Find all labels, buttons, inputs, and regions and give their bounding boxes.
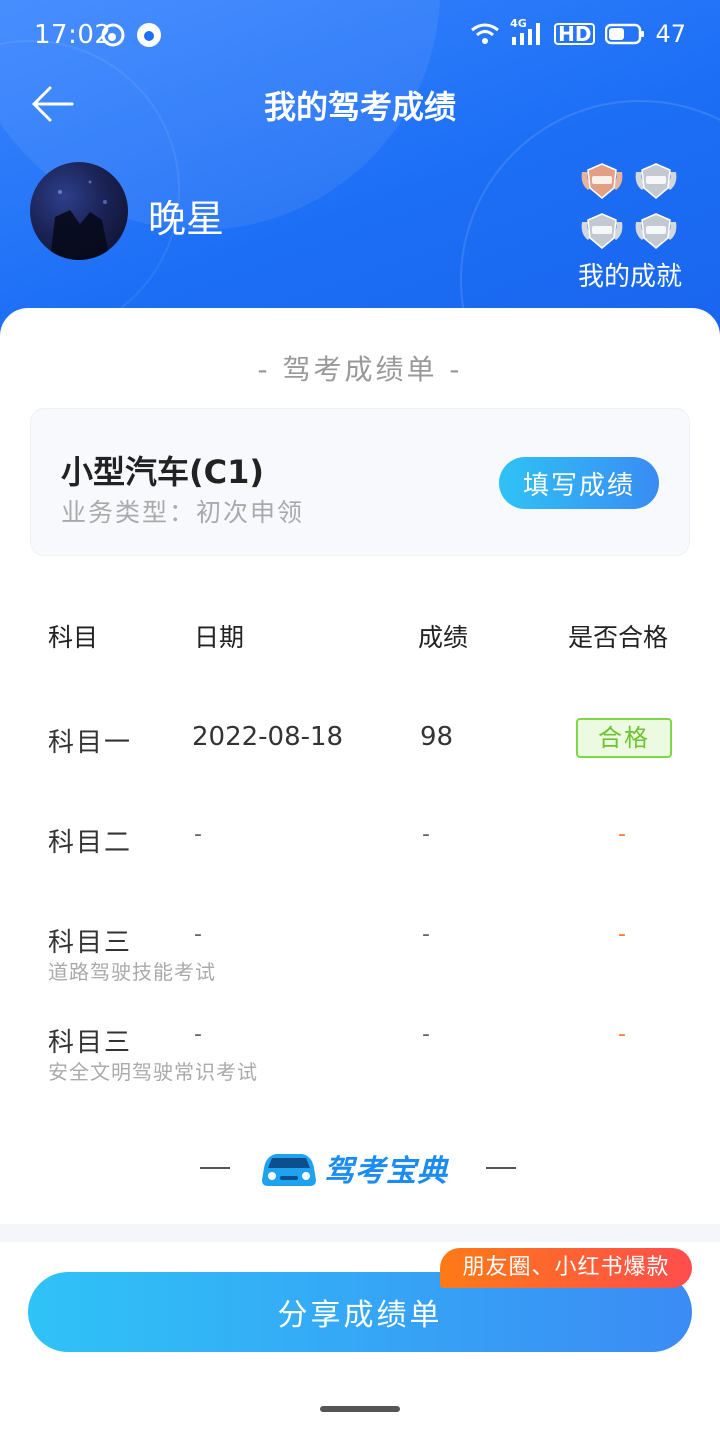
hd-icon: HD	[554, 23, 596, 45]
row-date: -	[194, 922, 202, 947]
row-score: -	[422, 1022, 430, 1047]
row-date: 2022-08-18	[192, 722, 344, 752]
silver-medal-icon	[581, 213, 623, 249]
row-pass: -	[618, 922, 626, 947]
car-logo-icon	[262, 1154, 316, 1186]
app-notification-icon	[137, 23, 161, 47]
row-pass: -	[618, 1022, 626, 1047]
wifi-icon	[471, 23, 500, 44]
silver-medal-icon	[635, 163, 677, 199]
divider	[486, 1167, 516, 1169]
brand-footer: 驾考宝典	[0, 1144, 720, 1192]
fill-score-button[interactable]: 填写成绩	[499, 457, 659, 509]
bottom-bar: 分享成绩单 朋友圈、小红书爆款	[0, 1242, 720, 1440]
username: 晚星	[148, 197, 225, 241]
license-subtitle: 业务类型：初次申领	[61, 498, 305, 527]
table-header-score: 成绩	[418, 623, 469, 652]
promo-badge: 朋友圈、小红书爆款	[440, 1248, 692, 1288]
card-heading: - 驾考成绩单 -	[257, 353, 463, 386]
row-pass: -	[618, 822, 626, 847]
battery-level: 47	[655, 20, 686, 48]
brand-name: 驾考宝典	[324, 1154, 448, 1189]
row-subject: 科目三	[48, 1028, 133, 1058]
row-date: -	[194, 1022, 202, 1047]
avatar[interactable]	[30, 162, 128, 260]
status-indicators: 4G HD 47	[470, 17, 686, 48]
row-score: 98	[420, 722, 454, 752]
home-indicator[interactable]	[320, 1406, 400, 1412]
battery-icon	[605, 23, 645, 45]
row-description: 道路驾驶技能考试	[48, 960, 216, 984]
row-date: -	[194, 822, 202, 847]
page-title: 我的驾考成绩	[263, 88, 456, 126]
table-header-pass: 是否合格	[568, 623, 669, 652]
divider	[200, 1167, 230, 1169]
license-info-box: 小型汽车(C1) 业务类型：初次申领 填写成绩	[30, 408, 690, 556]
license-title: 小型汽车(C1)	[61, 453, 265, 491]
status-bar: 17:02 4G HD 47	[0, 0, 720, 72]
my-achievements-link[interactable]: 我的成就	[560, 256, 700, 293]
profile-header: 17:02 4G HD 47 我的驾考成绩 晚星 我的成就	[0, 0, 720, 360]
row-description: 安全文明驾驶常识考试	[48, 1060, 258, 1084]
pass-badge: 合格	[576, 718, 672, 758]
weibo-icon	[101, 23, 125, 47]
row-subject: 科目二	[48, 828, 133, 858]
row-subject: 科目一	[48, 728, 133, 758]
row-score: -	[422, 822, 430, 847]
row-subject: 科目三	[48, 928, 133, 958]
table-header-date: 日期	[194, 623, 245, 652]
bronze-medal-icon	[581, 163, 623, 199]
table-header-subject: 科目	[48, 623, 99, 652]
score-card: - 驾考成绩单 - 小型汽车(C1) 业务类型：初次申领 填写成绩 科目 日期 …	[0, 308, 720, 1224]
silver-medal-icon	[635, 213, 677, 249]
achievement-medals[interactable]	[576, 160, 684, 252]
signal-icon: 4G	[510, 17, 544, 47]
row-score: -	[422, 922, 430, 947]
